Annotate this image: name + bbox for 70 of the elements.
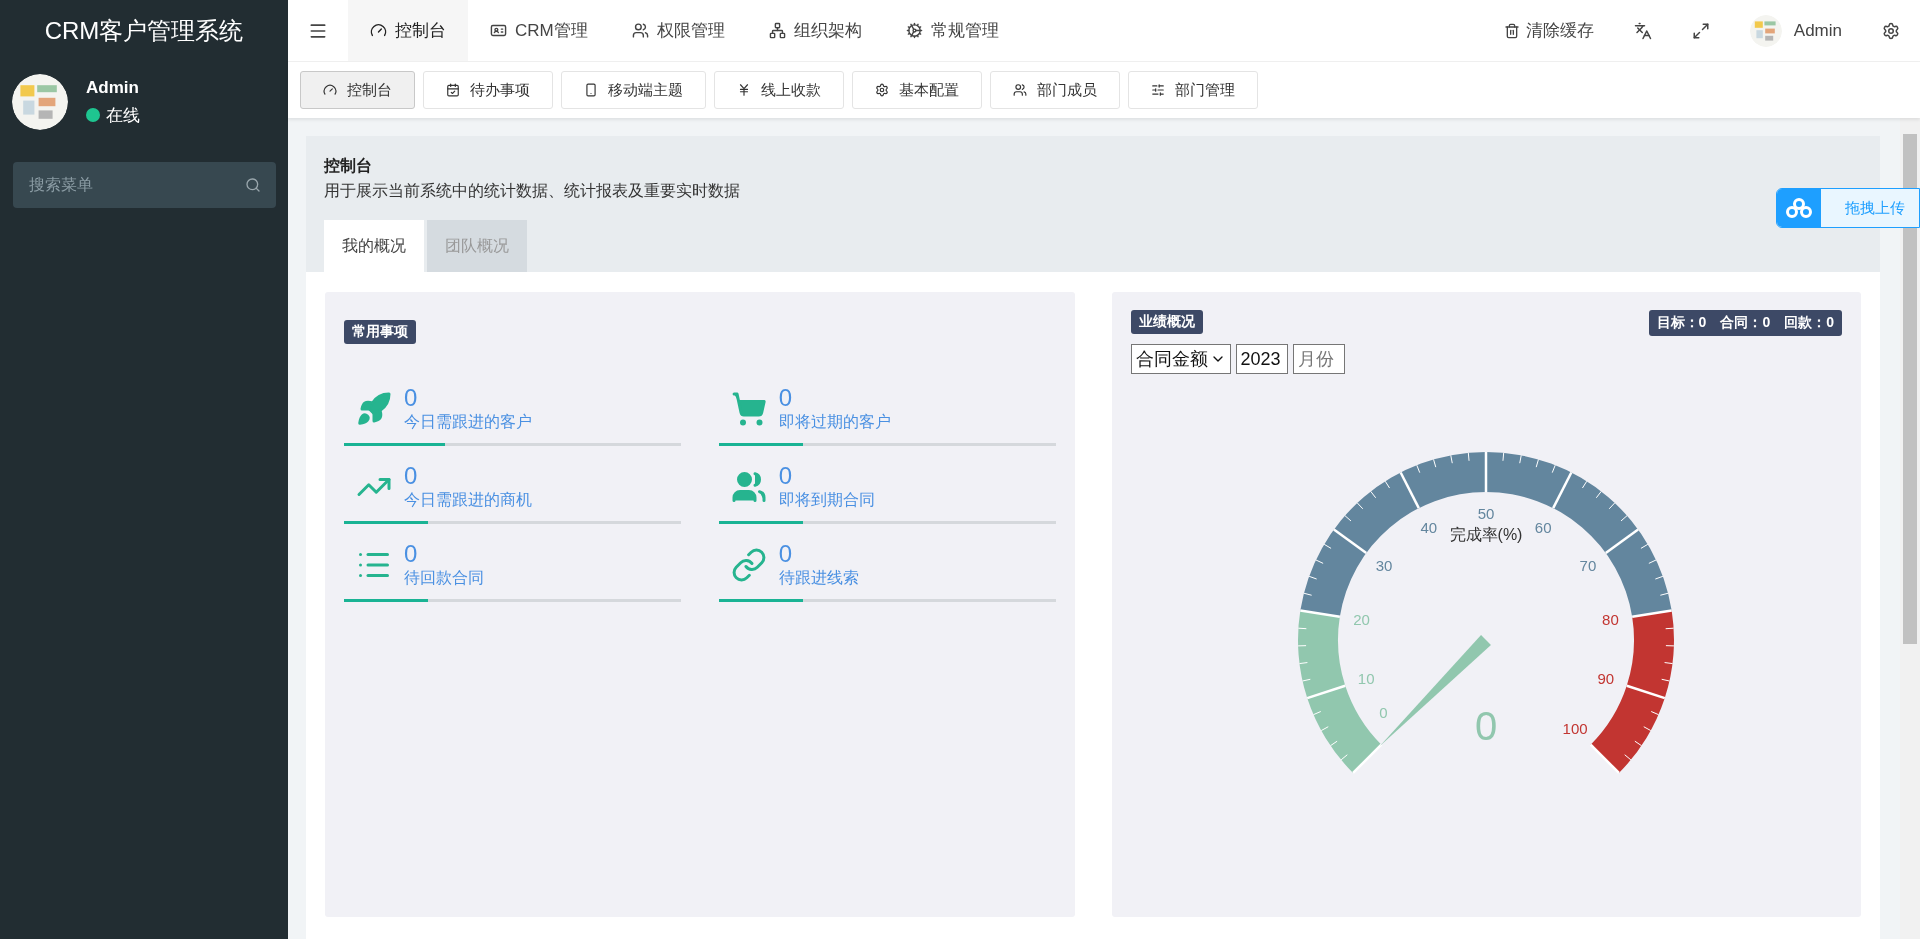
stat-count: 0 — [778, 384, 794, 412]
expand-icon — [1691, 21, 1710, 40]
nav-icon — [490, 22, 507, 39]
gauge-label: 60 — [1535, 518, 1552, 536]
tab-icon — [584, 83, 598, 97]
page-tab[interactable]: 待办事项 — [423, 71, 553, 109]
nav-tab[interactable]: 组织架构 — [746, 0, 884, 61]
search-icon — [245, 177, 261, 193]
gauge-label: 70 — [1579, 556, 1597, 574]
section-label: 业绩概况 — [1130, 310, 1203, 334]
user-status: 在线 — [106, 104, 140, 127]
app-title: CRM客户管理系统 — [43, 16, 245, 46]
page-tab[interactable]: 部门成员 — [990, 71, 1120, 109]
metric-select[interactable]: 合同金额 — [1130, 344, 1231, 374]
stat-count: 0 — [404, 540, 419, 568]
trash-icon — [1503, 22, 1520, 39]
stat-count: 0 — [404, 384, 419, 412]
nav-icon — [768, 22, 786, 39]
search-field[interactable]: 搜索菜单 — [13, 162, 276, 208]
nav-icon — [905, 22, 923, 39]
total-text: 合同：0 — [1720, 314, 1771, 332]
gauge-title: 完成率(%) — [1449, 526, 1523, 543]
page-tab[interactable]: 基本配置 — [852, 71, 982, 109]
stat-count: 0 — [404, 462, 419, 490]
view-tab[interactable]: 我的概况 — [324, 220, 424, 272]
gauge-label: 90 — [1597, 669, 1615, 687]
cart-icon — [730, 390, 767, 427]
nav-tab[interactable]: 常规管理 — [883, 0, 1021, 61]
total-text: 目标：0 — [1656, 314, 1707, 332]
page-tab[interactable]: 控制台 — [300, 71, 415, 109]
page-subtitle: 用于展示当前系统中的统计数据、统计报表及重要实时数据 — [324, 181, 741, 201]
section-label: 常用事项 — [344, 320, 416, 344]
gauge-label: 20 — [1353, 611, 1371, 629]
stat-count: 0 — [778, 540, 794, 568]
tab-icon — [737, 83, 751, 97]
gauge-label: 30 — [1375, 556, 1393, 574]
gauge-label: 10 — [1358, 669, 1375, 687]
page-tab[interactable]: 线上收款 — [714, 71, 844, 109]
year-field[interactable]: 2023 — [1235, 344, 1288, 374]
nav-icon — [631, 22, 649, 39]
clear-cache-button[interactable]: 清除缓存 — [1483, 0, 1614, 61]
avatar — [12, 74, 68, 130]
page-title: 控制台 — [324, 156, 373, 176]
tab-icon — [323, 83, 337, 97]
page-tab[interactable]: 移动端主题 — [561, 71, 706, 109]
total-text: 回款：0 — [1784, 314, 1834, 332]
link-icon — [730, 546, 767, 583]
nav-tab[interactable]: 控制台 — [348, 0, 468, 61]
gauge-value: 0 — [1475, 704, 1498, 748]
user-menu[interactable]: Admin — [1729, 0, 1862, 61]
settings-icon — [1882, 21, 1900, 40]
user-name: Admin — [86, 77, 140, 98]
gauge-label: 80 — [1602, 611, 1620, 629]
tab-icon — [1151, 83, 1165, 97]
tab-icon — [446, 83, 460, 97]
nav-icon — [370, 22, 387, 39]
nav-tab[interactable]: 权限管理 — [609, 0, 747, 61]
page-tab[interactable]: 部门管理 — [1128, 71, 1258, 109]
tab-icon — [875, 83, 889, 97]
nav-tab[interactable]: CRM管理 — [468, 0, 610, 61]
tab-icon — [1013, 83, 1027, 97]
gauge-label: 0 — [1379, 704, 1388, 722]
month-field[interactable]: 月份 — [1292, 344, 1345, 374]
translate-icon — [1633, 21, 1652, 40]
gauge-label: 100 — [1562, 720, 1588, 738]
gauge-label: 50 — [1477, 505, 1495, 522]
stat-count: 0 — [778, 462, 794, 490]
gauge-label: 40 — [1420, 518, 1438, 536]
rocket-icon — [356, 390, 392, 427]
avatar — [1749, 14, 1782, 47]
